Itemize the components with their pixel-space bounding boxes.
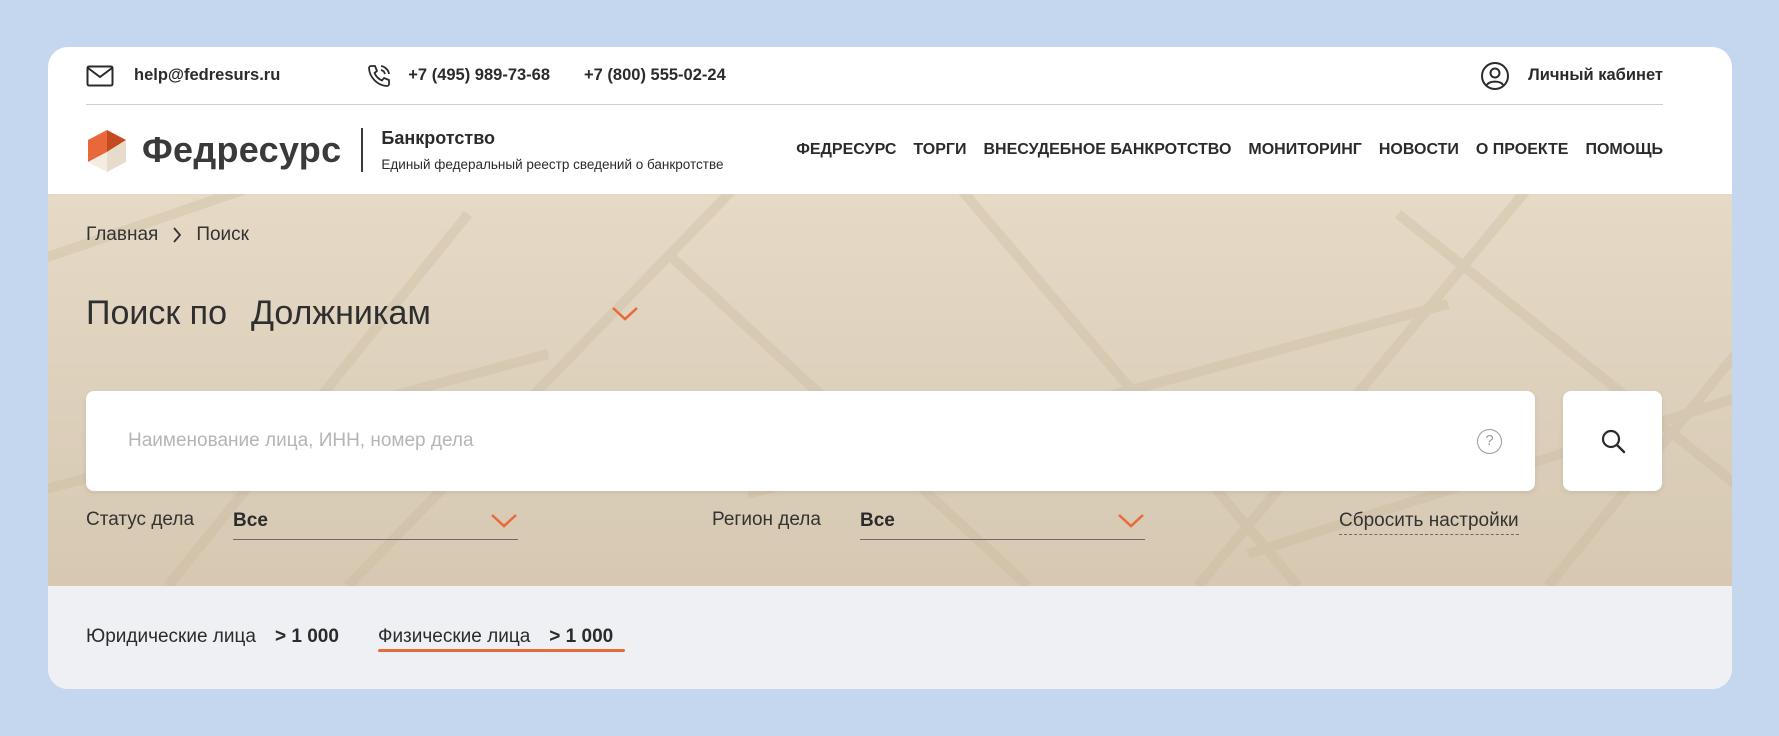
logo-divider [361,128,364,172]
status-filter: Статус дела Все [86,502,519,540]
status-filter-label: Статус дела [86,509,195,530]
nav-item-monitoring[interactable]: МОНИТОРИНГ [1248,141,1361,159]
breadcrumb: Главная Поиск [86,224,249,246]
chevron-down-icon [1118,513,1144,528]
phone-icon [368,64,391,87]
nav-item-torgi[interactable]: ТОРГИ [913,141,966,159]
phone-link-1[interactable]: +7 (495) 989-73-68 [366,63,550,89]
section-description: Единый федеральный реестр сведений о бан… [381,157,724,172]
search-entity-value: Должникам [250,294,431,332]
search-box: ? [86,391,1535,491]
region-filter-label: Регион дела [712,509,821,530]
section-title: Банкротство [381,128,496,148]
account-label: Личный кабинет [1528,66,1663,84]
active-tab-indicator [378,649,625,652]
reset-settings-link[interactable]: Сбросить настройки [1339,510,1519,535]
section-info: Банкротство Единый федеральный реестр св… [381,128,723,172]
search-icon [1601,429,1625,454]
chevron-right-icon [172,227,182,243]
tab-legal-entities[interactable]: Юридические лица > 1 000 [86,626,339,648]
tab-count: > 1 000 [274,626,339,647]
search-title-prefix: Поиск по [86,294,227,332]
site-header: Федресурс Банкротство Единый федеральный… [86,106,1663,194]
search-entity-select[interactable]: Должникам [251,294,639,333]
tab-label: Физические лица [378,626,531,647]
tab-label: Юридические лица [86,626,256,647]
search-title: Поиск по Должникам [86,294,639,333]
logo[interactable]: Федресурс [86,128,341,172]
search-section: Главная Поиск Поиск по Должникам ? [48,194,1732,586]
breadcrumb-home[interactable]: Главная [86,224,158,246]
nav-item-help[interactable]: ПОМОЩЬ [1585,141,1663,159]
phone-text-2: +7 (800) 555-02-24 [584,66,726,84]
help-icon[interactable]: ? [1477,429,1502,454]
user-icon [1481,61,1510,90]
nav-item-news[interactable]: НОВОСТИ [1379,141,1459,159]
results-tabs: Юридические лица > 1 000 Физические лица… [48,586,1732,689]
nav-item-about[interactable]: О ПРОЕКТЕ [1476,141,1569,159]
status-select-value: Все [233,509,268,531]
phone-link-2[interactable]: +7 (800) 555-02-24 [584,66,726,85]
status-select[interactable]: Все [233,502,519,540]
tab-individuals[interactable]: Физические лица > 1 000 [378,626,613,648]
region-select-value: Все [859,509,895,531]
logo-text: Федресурс [142,129,342,170]
breadcrumb-current: Поиск [196,224,249,245]
filters-row: Статус дела Все Регион дела Все Сбросить… [86,502,1663,540]
logo-icon [88,130,126,172]
account-link[interactable]: Личный кабинет [1480,61,1663,91]
email-link[interactable]: help@fedresurs.ru [86,65,280,87]
region-filter: Регион дела Все [712,502,1145,540]
chevron-down-icon [612,306,638,321]
tab-count: > 1 000 [549,626,614,647]
mail-icon [86,65,114,86]
main-nav: ФЕДРЕСУРС ТОРГИ ВНЕСУДЕБНОЕ БАНКРОТСТВО … [796,141,1663,159]
region-select[interactable]: Все [859,502,1145,540]
chevron-down-icon [491,513,517,528]
page-card: help@fedresurs.ru +7 (495) 989-73-68 +7 … [48,47,1732,689]
email-text: help@fedresurs.ru [134,66,281,84]
search-input[interactable] [128,430,1428,452]
nav-item-out-of-court[interactable]: ВНЕСУДЕБНОЕ БАНКРОТСТВО [983,141,1231,159]
nav-item-fedresurs[interactable]: ФЕДРЕСУРС [796,141,896,159]
contact-bar: help@fedresurs.ru +7 (495) 989-73-68 +7 … [86,47,1663,105]
search-button[interactable] [1563,391,1662,491]
phone-text-1: +7 (495) 989-73-68 [408,66,551,84]
